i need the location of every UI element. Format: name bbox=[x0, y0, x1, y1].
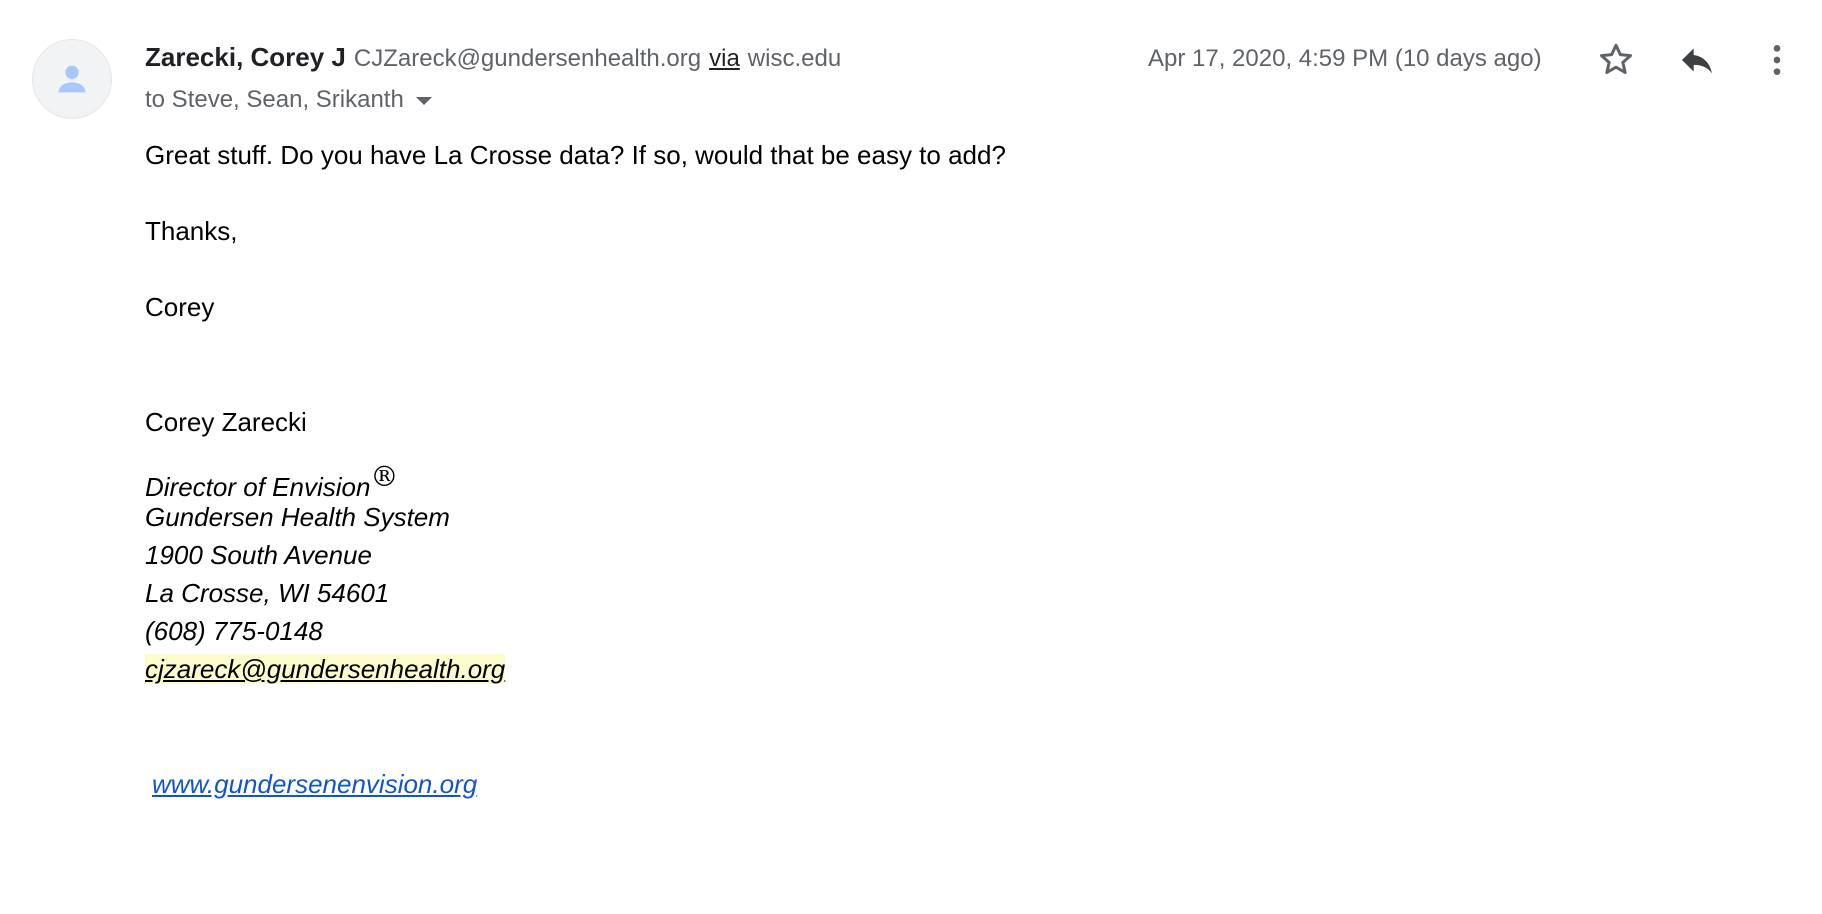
star-button[interactable] bbox=[1592, 36, 1640, 84]
star-icon bbox=[1600, 43, 1632, 74]
email-message: Zarecki, Corey J CJZareck@gundersenhealt… bbox=[0, 0, 1822, 914]
signature-email-line: cjzareck@gundersenhealth.org bbox=[145, 654, 506, 685]
signature-address1: 1900 South Avenue bbox=[145, 540, 372, 570]
chevron-down-icon[interactable] bbox=[415, 97, 432, 105]
signature-website-line: www.gundersenenvision.org bbox=[152, 769, 477, 800]
sender-email: CJZareck@gundersenhealth.org bbox=[353, 45, 702, 72]
via-domain: wisc.edu bbox=[747, 45, 842, 72]
reply-icon bbox=[1682, 48, 1712, 74]
reply-button[interactable] bbox=[1673, 36, 1721, 84]
body-thanks: Thanks, bbox=[145, 216, 238, 246]
signature-website-link[interactable]: www.gundersenenvision.org bbox=[152, 769, 477, 799]
body-signoff: Corey bbox=[145, 292, 215, 322]
signature-name: Corey Zarecki bbox=[145, 407, 307, 437]
message-timestamp: Apr 17, 2020, 4:59 PM (10 days ago) bbox=[1148, 45, 1542, 72]
sender-avatar[interactable] bbox=[32, 39, 112, 119]
signature-title: Director of Envision® bbox=[145, 460, 398, 503]
registered-mark: ® bbox=[370, 460, 399, 493]
signature-email-link[interactable]: cjzareck@gundersenhealth.org bbox=[145, 654, 506, 684]
recipients-details[interactable]: to Steve, Sean, Srikanth bbox=[145, 86, 432, 114]
person-icon bbox=[58, 65, 86, 93]
signature-organization: Gundersen Health System bbox=[145, 502, 450, 532]
recipients-label: to Steve, Sean, Srikanth bbox=[145, 86, 404, 113]
signature-title-text: Director of Envision bbox=[145, 472, 371, 502]
sender-name[interactable]: Zarecki, Corey J bbox=[145, 42, 346, 73]
more-options-button[interactable] bbox=[1753, 36, 1801, 84]
via-link[interactable]: via bbox=[709, 45, 740, 73]
signature-address2: La Crosse, WI 54601 bbox=[145, 578, 390, 608]
signature-phone: (608) 775-0148 bbox=[145, 616, 323, 646]
message-header: Zarecki, Corey J CJZareck@gundersenhealt… bbox=[145, 42, 841, 73]
body-line: Great stuff. Do you have La Crosse data?… bbox=[145, 140, 1006, 170]
more-vert-icon bbox=[1773, 45, 1781, 75]
